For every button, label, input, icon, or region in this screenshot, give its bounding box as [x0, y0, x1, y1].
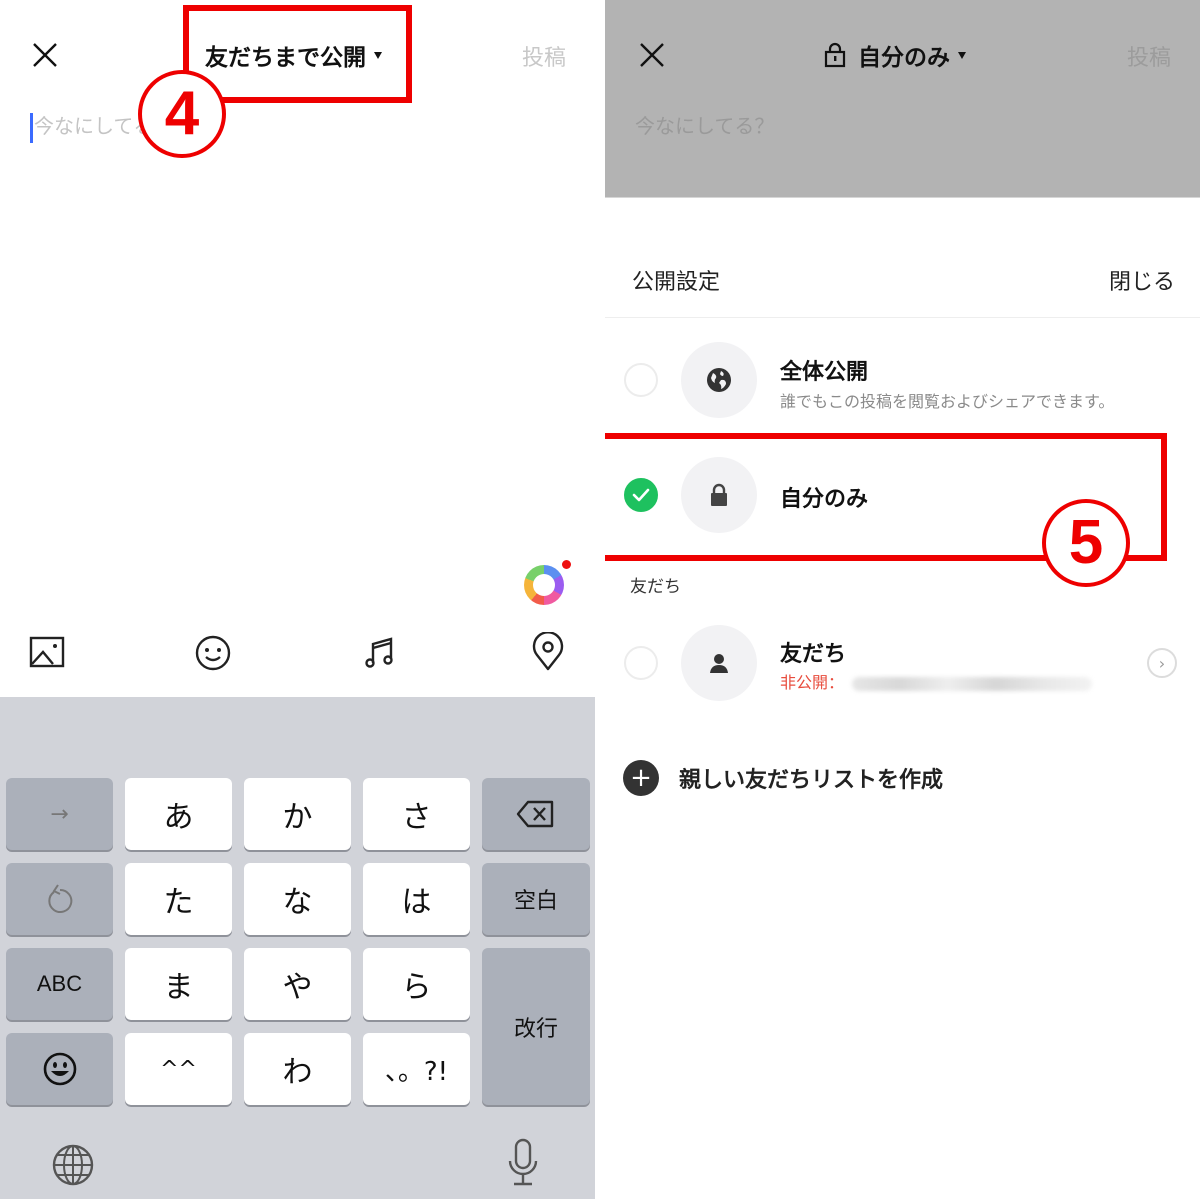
key-arrow[interactable]: → — [6, 778, 113, 850]
annotation-step-badge: 5 — [1042, 499, 1130, 587]
music-icon[interactable] — [360, 632, 400, 672]
key-return[interactable]: 改行 — [482, 948, 590, 1105]
option-icon-circle — [681, 342, 757, 418]
privacy-settings-screen: 自分のみ 投稿 今なにしてる？ 公開設定 閉じる 全体公開 誰でもこの投稿を閲覧… — [605, 0, 1200, 1199]
create-list-label: 親しい友だちリストを作成 — [679, 768, 944, 793]
compose-placeholder: 今なにしてる？ — [635, 114, 775, 138]
key-ma[interactable]: ま — [125, 948, 232, 1020]
notification-dot — [562, 560, 571, 569]
lock-icon — [824, 42, 846, 68]
panel-divider — [595, 0, 605, 1199]
option-private-list: 非公開： — [780, 669, 1093, 693]
backspace-icon — [516, 800, 554, 828]
key-space[interactable]: 空白 — [482, 863, 590, 935]
color-ring-icon[interactable] — [524, 565, 564, 605]
sheet-top-edge — [605, 197, 1200, 198]
radio-friends[interactable] — [624, 646, 658, 680]
option-title: 全体公開 — [780, 360, 869, 385]
key-emoji[interactable] — [6, 1033, 113, 1105]
sheet-title: 公開設定 — [632, 270, 721, 295]
close-sheet-button[interactable]: 閉じる — [1109, 264, 1175, 296]
key-na[interactable]: な — [244, 863, 351, 935]
key-ya[interactable]: や — [244, 948, 351, 1020]
emoji-icon[interactable] — [193, 632, 233, 672]
undo-icon — [47, 884, 72, 913]
key-kaomoji[interactable]: ^^ — [125, 1033, 232, 1105]
key-wa[interactable]: わ — [244, 1033, 351, 1105]
globe-icon — [707, 368, 731, 392]
key-a[interactable]: あ — [125, 778, 232, 850]
radio-public[interactable] — [624, 363, 658, 397]
location-icon[interactable] — [528, 632, 568, 672]
globe-icon[interactable] — [50, 1142, 96, 1188]
key-sa[interactable]: さ — [363, 778, 470, 850]
private-prefix: 非公開： — [780, 673, 845, 692]
key-undo[interactable] — [6, 863, 113, 935]
key-ta[interactable]: た — [125, 863, 232, 935]
dropdown-caret-icon — [958, 52, 966, 59]
privacy-selector[interactable]: 自分のみ — [824, 38, 966, 72]
annotation-step-badge: 4 — [138, 70, 226, 158]
microphone-icon[interactable] — [505, 1137, 541, 1189]
section-label-friends: 友だち — [630, 577, 681, 597]
close-icon[interactable] — [30, 40, 60, 70]
post-button[interactable]: 投稿 — [522, 40, 566, 72]
divider — [605, 317, 1200, 318]
blurred-names — [852, 676, 1093, 691]
create-close-friends-list-button[interactable]: + 親しい友だちリストを作成 — [623, 760, 943, 796]
key-ra[interactable]: ら — [363, 948, 470, 1020]
text-cursor — [30, 112, 33, 143]
person-icon — [710, 654, 728, 673]
dimmed-compose-area[interactable]: 自分のみ 投稿 今なにしてる？ — [605, 0, 1200, 197]
image-icon[interactable] — [27, 632, 67, 672]
option-title: 友だち — [780, 642, 847, 667]
key-abc[interactable]: ABC — [6, 948, 113, 1020]
key-ka[interactable]: か — [244, 778, 351, 850]
privacy-label: 自分のみ — [858, 45, 950, 71]
chevron-right-icon[interactable]: › — [1147, 648, 1177, 678]
close-icon[interactable] — [637, 40, 667, 70]
option-description: 誰でもこの投稿を閲覧およびシェアできます。 — [780, 392, 1115, 411]
compose-screen: 友だちまで公開 投稿 今なにしてる？ 4 → あ か さ た な は 空白 AB… — [0, 0, 595, 1199]
key-backspace[interactable] — [482, 778, 590, 850]
japanese-keyboard: → あ か さ た な は 空白 ABC ま や ら 改行 ^^ わ 、。?! — [0, 697, 595, 1199]
key-ha[interactable]: は — [363, 863, 470, 935]
emoji-icon — [43, 1052, 76, 1086]
post-button[interactable]: 投稿 — [1127, 40, 1171, 72]
plus-icon: + — [623, 760, 659, 796]
key-punctuation[interactable]: 、。?! — [363, 1033, 470, 1105]
option-icon-circle — [681, 625, 757, 701]
